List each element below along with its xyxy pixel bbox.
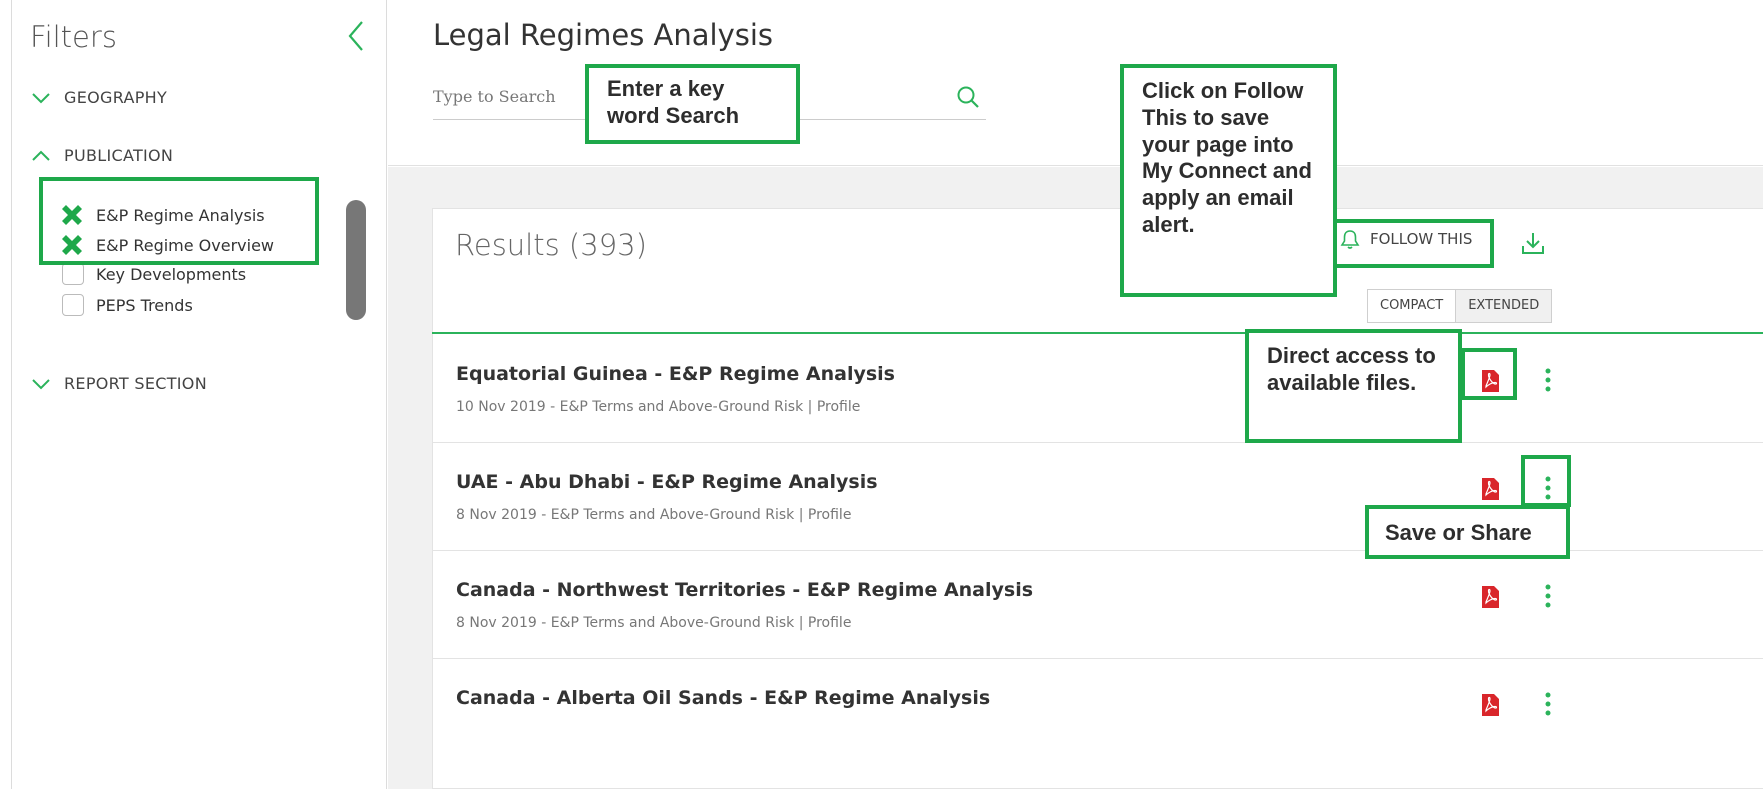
search-callout-text: Enter a key word Search (607, 76, 740, 128)
share-callout: Save or Share (1365, 505, 1570, 559)
section-geography[interactable]: GEOGRAPHY (32, 88, 167, 107)
share-highlight (1521, 455, 1571, 507)
more-vertical-icon[interactable] (1538, 365, 1558, 395)
download-icon[interactable] (1520, 230, 1546, 258)
search-icon[interactable] (955, 84, 981, 110)
section-publication[interactable]: PUBLICATION (32, 146, 173, 165)
checkbox[interactable] (62, 294, 84, 316)
pdf-icon[interactable] (1480, 585, 1500, 609)
share-callout-text: Save or Share (1385, 520, 1532, 545)
more-vertical-icon[interactable] (1538, 689, 1558, 719)
follow-this-highlight (1333, 219, 1494, 268)
result-row[interactable]: Canada - Northwest Territories - E&P Reg… (432, 551, 1763, 659)
chevron-left-icon (348, 21, 363, 51)
chevron-down-icon (32, 378, 50, 389)
more-vertical-icon[interactable] (1538, 581, 1558, 611)
pdf-highlight (1461, 348, 1517, 400)
results-title: Results (393) (455, 228, 647, 262)
checkbox[interactable] (62, 263, 84, 285)
sidebar-scrollbar[interactable] (346, 200, 366, 320)
collapse-sidebar-button[interactable] (342, 18, 372, 54)
filters-title: Filters (30, 20, 117, 54)
result-title[interactable]: Equatorial Guinea - E&P Regime Analysis (456, 363, 895, 385)
pdf-icon[interactable] (1480, 693, 1500, 717)
result-meta: 10 Nov 2019 - E&P Terms and Above-Ground… (456, 399, 861, 415)
result-title[interactable]: UAE - Abu Dhabi - E&P Regime Analysis (456, 471, 878, 493)
result-title[interactable]: Canada - Northwest Territories - E&P Reg… (456, 579, 1033, 601)
page-title: Legal Regimes Analysis (433, 18, 773, 52)
option-label: PEPS Trends (96, 295, 193, 315)
option-label: Key Developments (96, 264, 247, 284)
section-geography-label: GEOGRAPHY (64, 88, 168, 107)
result-meta: 8 Nov 2019 - E&P Terms and Above-Ground … (456, 507, 852, 523)
result-meta: 8 Nov 2019 - E&P Terms and Above-Ground … (456, 615, 852, 631)
files-callout: Direct access to available files. (1245, 329, 1462, 443)
result-row[interactable]: Canada - Alberta Oil Sands - E&P Regime … (432, 659, 1763, 767)
chevron-down-icon (32, 92, 50, 103)
section-report-section[interactable]: REPORT SECTION (32, 374, 207, 393)
files-callout-text: Direct access to available files. (1267, 343, 1436, 395)
section-publication-label: PUBLICATION (64, 146, 174, 165)
section-report-section-label: REPORT SECTION (64, 374, 207, 393)
option-peps-trends[interactable]: PEPS Trends (62, 294, 193, 316)
result-title[interactable]: Canada - Alberta Oil Sands - E&P Regime … (456, 687, 990, 709)
view-toggle: COMPACT EXTENDED (1367, 289, 1553, 323)
filters-sidebar: Filters GEOGRAPHY PUBLICATION E&P Regime… (11, 0, 387, 789)
follow-callout: Click on Follow This to save your page i… (1120, 64, 1337, 297)
result-row[interactable]: Equatorial Guinea - E&P Regime Analysis … (432, 335, 1763, 443)
follow-callout-text: Click on Follow This to save your page i… (1142, 78, 1312, 238)
chevron-up-icon (32, 150, 50, 161)
option-key-developments[interactable]: Key Developments (62, 263, 246, 285)
view-extended-button[interactable]: EXTENDED (1455, 290, 1552, 322)
results-divider (432, 332, 1763, 334)
search-callout: Enter a key word Search (585, 64, 800, 144)
pdf-icon[interactable] (1480, 477, 1500, 501)
view-compact-button[interactable]: COMPACT (1368, 290, 1455, 322)
selected-options-highlight (39, 177, 319, 265)
